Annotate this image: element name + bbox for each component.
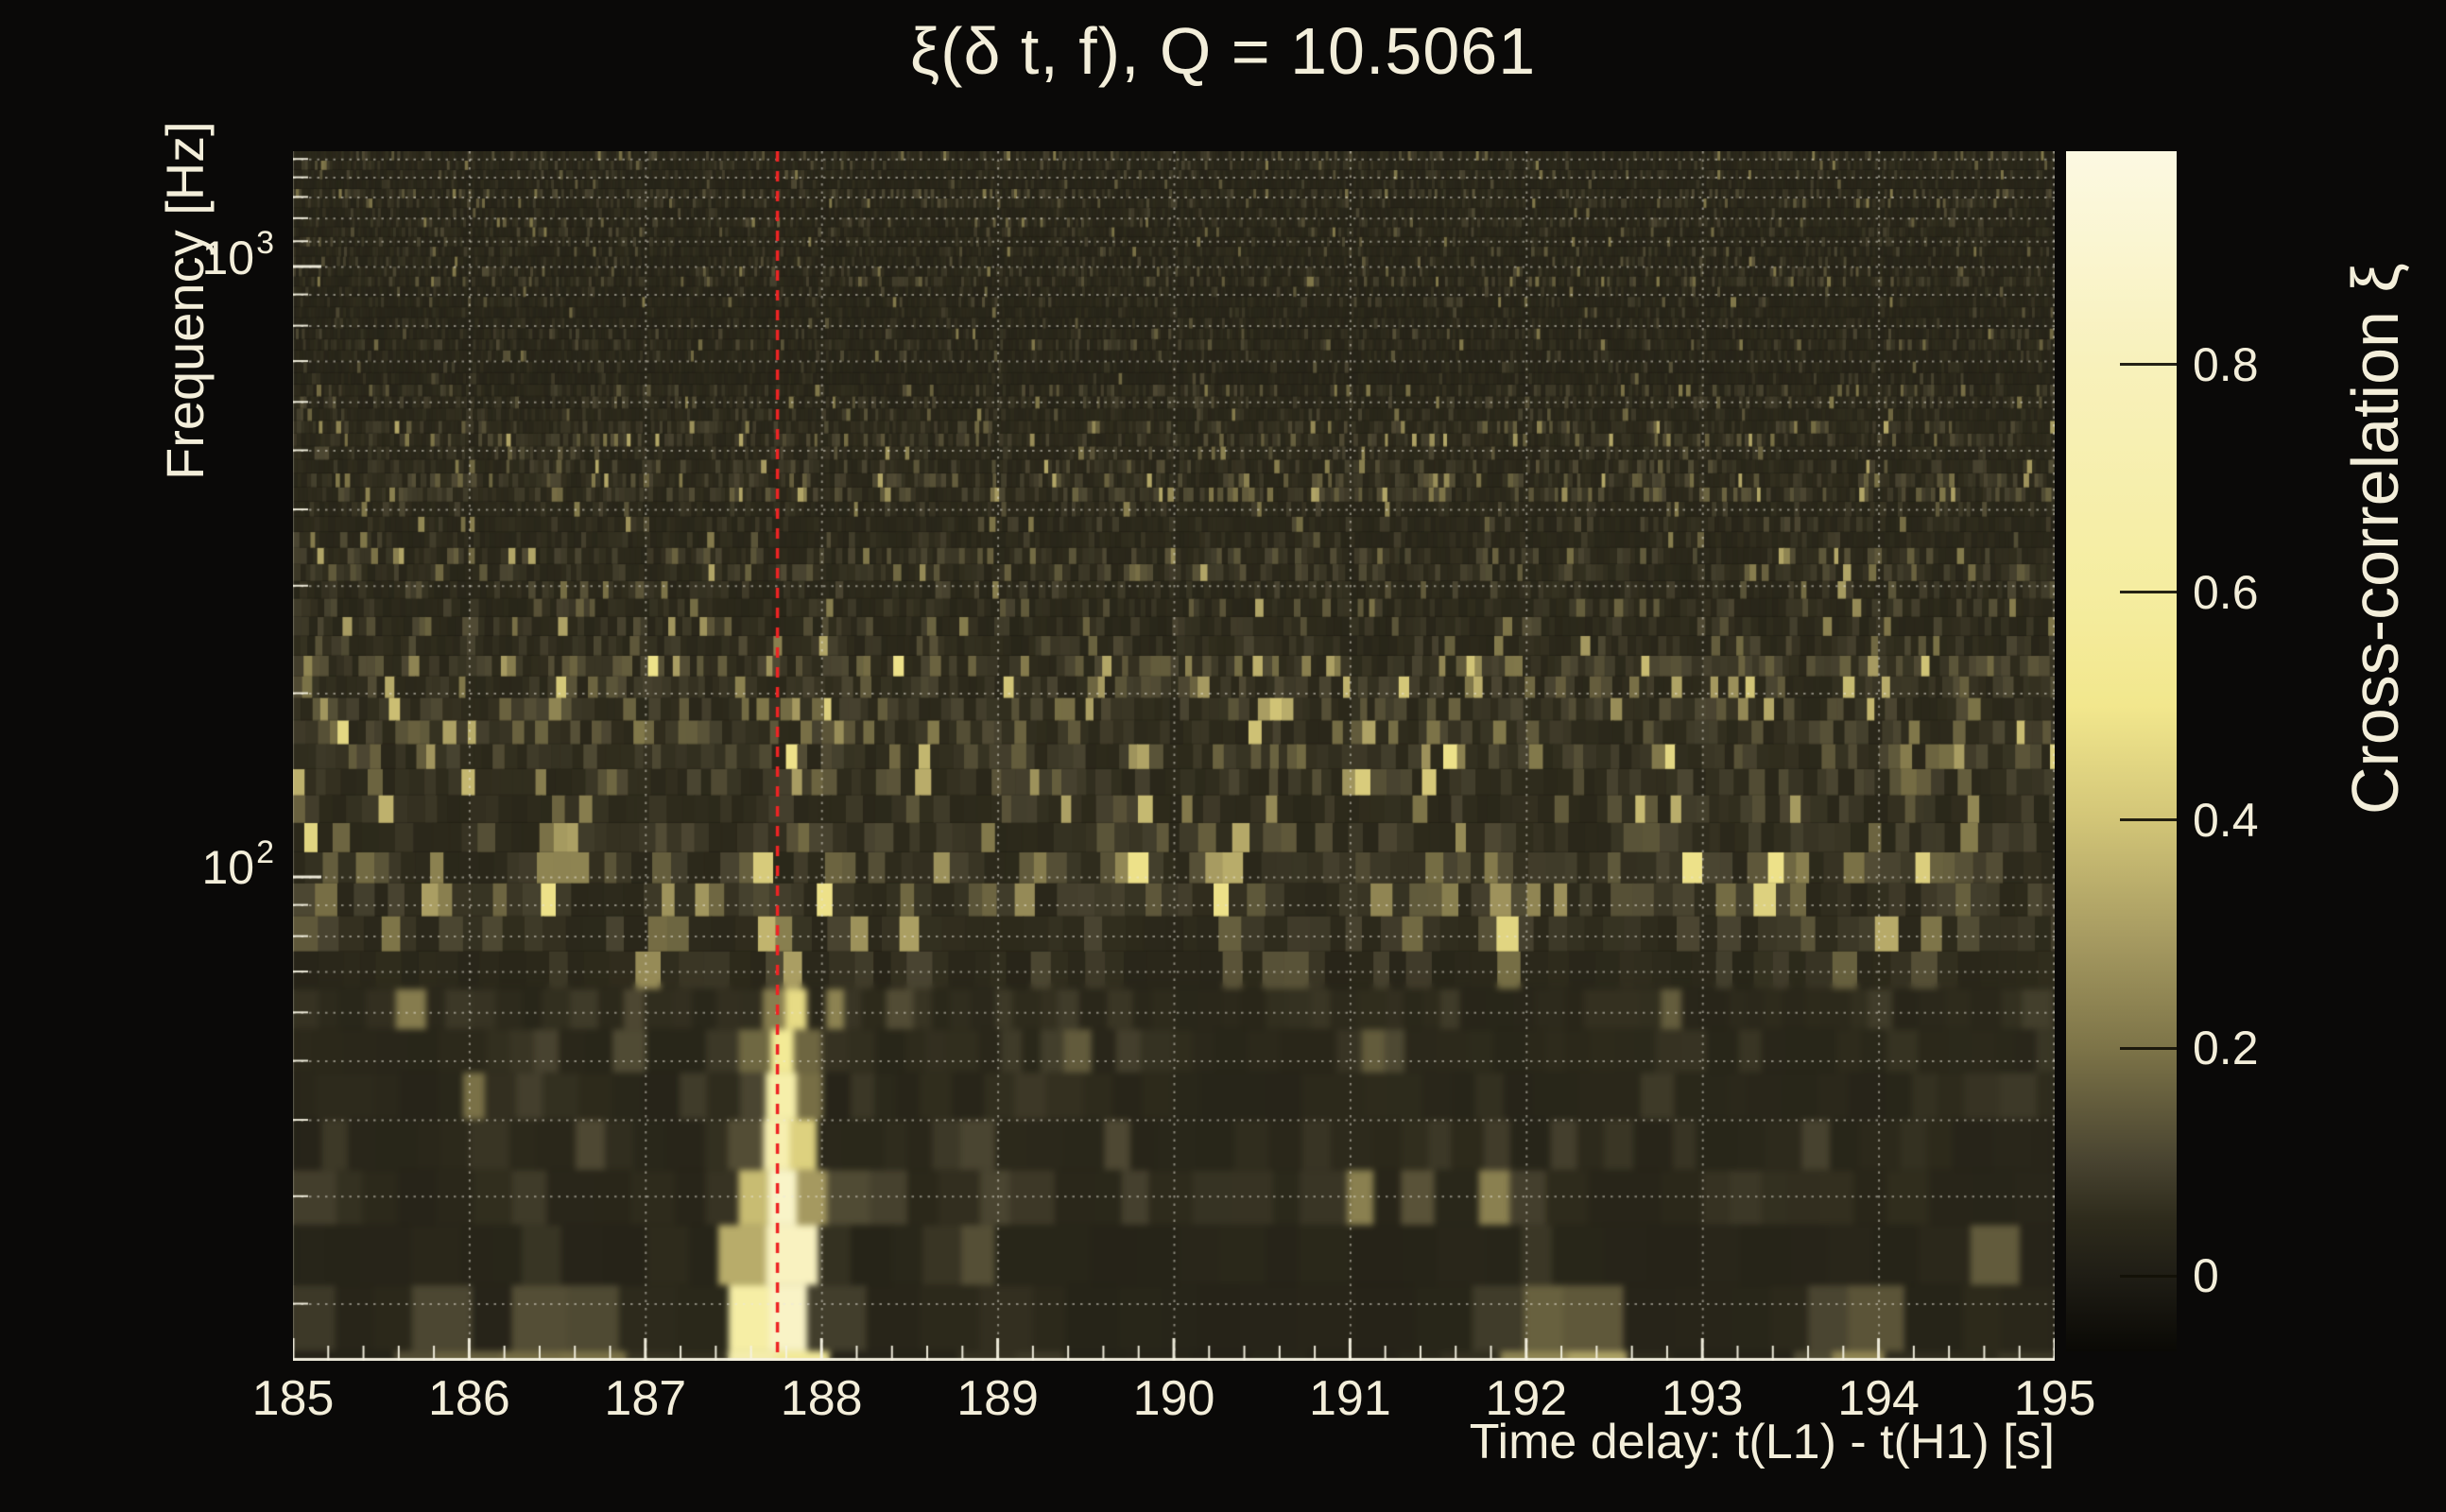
x-axis-title: Time delay: t(L1) - t(H1) [s] [1469,1415,2055,1469]
colorbar [2066,151,2177,1351]
chart-title: ξ(δ t, f), Q = 10.5061 [909,14,1537,88]
correlation-heatmap-canvas [293,151,2055,1361]
cross-correlation-figure: ξ(δ t, f), Q = 10.5061 Frequency [Hz] 10… [0,0,2446,1512]
colorbar-title: Cross-correlation ξ [2338,263,2412,815]
y-axis-title: Frequency [Hz] [155,121,215,480]
colorbar-tick [2120,1274,2177,1278]
y-tick-base: 10 [201,841,255,894]
y-tick-base: 10 [201,232,255,284]
colorbar-tick-label: 0 [2193,1249,2219,1303]
y-tick-label-100: 102 [113,834,274,895]
y-tick-label-1000: 103 [113,225,274,285]
colorbar-tick [2120,363,2177,367]
y-tick-exponent: 3 [256,225,274,261]
colorbar-tick [2120,591,2177,594]
colorbar-tick [2120,1046,2177,1050]
y-tick-exponent: 2 [256,834,274,870]
colorbar-tick-label: 0.2 [2193,1022,2259,1075]
colorbar-tick [2120,818,2177,822]
